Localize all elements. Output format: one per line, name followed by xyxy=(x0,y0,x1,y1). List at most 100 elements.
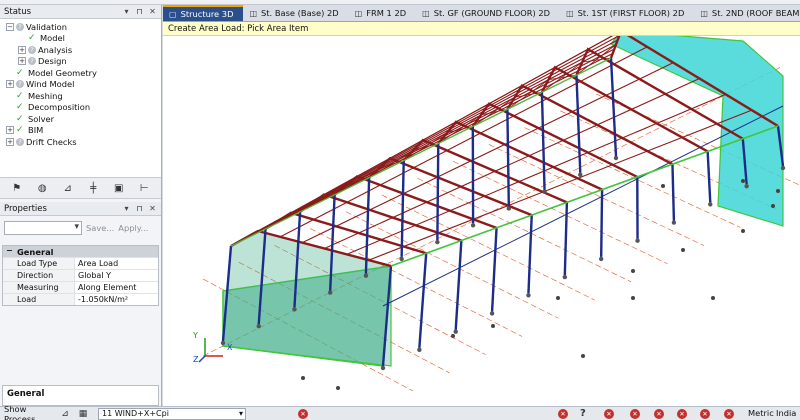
error-icon[interactable]: ✕ xyxy=(700,409,710,419)
foundation-marker xyxy=(301,376,305,380)
status-bar: Show Process ⊿ ▦ 11 WIND+X+Cpi ▾ ✕ ✕ ? ✕… xyxy=(0,404,800,420)
grid-line xyxy=(381,194,595,301)
foundation-marker xyxy=(741,229,745,233)
tree-item-label: Meshing xyxy=(28,90,63,101)
tree-item[interactable]: ✓ Model Geometry xyxy=(0,67,161,79)
apply-button[interactable]: Apply... xyxy=(118,223,148,233)
property-value[interactable]: Global Y xyxy=(75,270,158,281)
property-row[interactable]: Direction Global Y xyxy=(3,269,158,281)
tab-label: St. GF (GROUND FLOOR) 2D xyxy=(433,8,551,18)
question-icon: ? xyxy=(16,80,24,89)
error-icon[interactable]: ✕ xyxy=(724,409,734,419)
property-category[interactable]: General xyxy=(3,246,158,257)
support-node xyxy=(542,189,547,194)
property-value[interactable]: Along Element xyxy=(75,282,158,293)
bim-icon[interactable]: ▣ xyxy=(112,181,126,195)
load-table-icon[interactable]: ▦ xyxy=(76,408,90,420)
tree-item-label: Design xyxy=(38,56,67,67)
structure-model[interactable]: X Y Z xyxy=(163,36,800,406)
help-icon[interactable]: ? xyxy=(580,408,586,419)
tree-item-label: BIM xyxy=(28,125,44,136)
support-node xyxy=(363,273,369,278)
error-icon[interactable]: ✕ xyxy=(654,409,664,419)
check-icon: ✓ xyxy=(16,113,24,124)
load-case-select[interactable]: 11 WIND+X+Cpi ▾ xyxy=(98,407,246,420)
panel-menu-icon[interactable]: ▾ xyxy=(122,204,131,213)
foundation-marker xyxy=(771,204,775,208)
structure-3d-viewport[interactable]: X Y Z xyxy=(163,36,800,406)
error-icon[interactable]: ✕ xyxy=(630,409,640,419)
plan-view-icon: ◫ xyxy=(354,8,363,18)
support-node xyxy=(220,340,226,346)
command-prompt: Create Area Load: Pick Area Item xyxy=(163,22,800,36)
foundation-marker xyxy=(681,248,685,252)
expand-icon[interactable]: + xyxy=(18,45,26,54)
property-row[interactable]: Load -1.050kN/m² xyxy=(3,293,158,305)
properties-toolbar: Save... Apply... xyxy=(0,217,161,239)
close-icon[interactable]: ✕ xyxy=(148,204,157,213)
tree-item[interactable]: +? Wind Model xyxy=(0,79,161,91)
tree-item[interactable]: ✓ Solver xyxy=(0,113,161,125)
tab-st-gf-ground-floor-2d[interactable]: ◫ St. GF (GROUND FLOOR) 2D xyxy=(416,5,560,21)
expand-icon[interactable]: + xyxy=(6,126,14,135)
expand-icon[interactable]: + xyxy=(6,137,14,146)
expand-icon[interactable]: + xyxy=(6,80,14,89)
column xyxy=(575,75,582,173)
checkered-flag-icon[interactable]: ⚑ xyxy=(10,181,24,195)
region-indicator[interactable]: India xyxy=(776,408,796,418)
check-icon: ✓ xyxy=(16,90,24,101)
foundation-marker xyxy=(741,179,745,183)
document-tabs: ▢ Structure 3D ◫ St. Base (Base) 2D ◫ FRM 1 2… xyxy=(163,5,800,22)
analysis-icon[interactable]: ⊿ xyxy=(61,181,75,195)
error-icon[interactable]: ✕ xyxy=(558,409,568,419)
tab-label: St. 2ND (ROOF BEAM LEVEL) 2D xyxy=(711,8,800,18)
globe-icon[interactable]: ◍ xyxy=(35,181,49,195)
tab-frm-1-2d[interactable]: ◫ FRM 1 2D xyxy=(349,5,416,21)
close-icon[interactable]: ✕ xyxy=(148,7,157,16)
support-node xyxy=(256,323,261,329)
show-process-button[interactable]: Show Process xyxy=(0,404,58,420)
support-node xyxy=(327,290,333,295)
units-indicator[interactable]: Metric xyxy=(748,408,774,418)
tab-st-base-base-2d[interactable]: ◫ St. Base (Base) 2D xyxy=(243,5,348,21)
tab-structure-3d[interactable]: ▢ Structure 3D xyxy=(163,5,244,21)
tree-item[interactable]: + ✓ BIM xyxy=(0,125,161,137)
tree-item[interactable]: +? Drift Checks xyxy=(0,136,161,148)
left-panel: Status ▾ ⊓ ✕ −? Validation ✓ Model +? Analysi… xyxy=(0,5,162,406)
property-row[interactable]: Load Type Area Load xyxy=(3,257,158,269)
property-value[interactable]: Area Load xyxy=(75,258,158,269)
y-axis-label: Y xyxy=(192,331,198,340)
tree-item[interactable]: +? Design xyxy=(0,56,161,68)
collapse-icon[interactable]: − xyxy=(6,22,14,31)
load-icon[interactable]: ⊿ xyxy=(58,408,72,420)
property-row[interactable]: Measuring Along Element xyxy=(3,281,158,293)
design-icon[interactable]: ╪ xyxy=(86,181,100,195)
pin-icon[interactable]: ⊓ xyxy=(135,7,144,16)
support-node xyxy=(417,347,422,353)
foundation-marker xyxy=(581,354,585,358)
tab-label: FRM 1 2D xyxy=(366,8,407,18)
tab-st-1st-first-floor-2d[interactable]: ◫ St. 1ST (FIRST FLOOR) 2D xyxy=(560,5,694,21)
property-value[interactable]: -1.050kN/m² xyxy=(75,294,158,305)
tree-item[interactable]: +? Analysis xyxy=(0,44,161,56)
side-girt xyxy=(564,196,602,216)
error-icon[interactable]: ✕ xyxy=(298,409,308,419)
tree-item[interactable]: ✓ Decomposition xyxy=(0,102,161,114)
save-button[interactable]: Save... xyxy=(86,223,114,233)
property-set-select[interactable] xyxy=(4,221,82,235)
error-icon[interactable]: ✕ xyxy=(677,409,687,419)
column xyxy=(599,189,604,257)
tab-st-2nd-roof-beam-level-2d[interactable]: ◫St. 2ND (ROOF BEAM LEVEL) 2D xyxy=(694,5,800,21)
cube-icon: ▢ xyxy=(169,9,177,19)
pin-icon[interactable]: ⊓ xyxy=(135,204,144,213)
purlin xyxy=(302,62,674,244)
panel-menu-icon[interactable]: ▾ xyxy=(122,7,131,16)
error-icon[interactable]: ✕ xyxy=(604,409,614,419)
tree-item[interactable]: −? Validation xyxy=(0,21,161,33)
tree-item-label: Wind Model xyxy=(26,79,75,90)
tree-item[interactable]: ✓ Meshing xyxy=(0,90,161,102)
status-tree: −? Validation ✓ Model +? Analysis +? Design ✓ Mod… xyxy=(0,19,161,177)
expand-icon[interactable]: + xyxy=(18,57,26,66)
drift-icon[interactable]: ⊢ xyxy=(137,181,151,195)
tree-item[interactable]: ✓ Model xyxy=(0,33,161,45)
